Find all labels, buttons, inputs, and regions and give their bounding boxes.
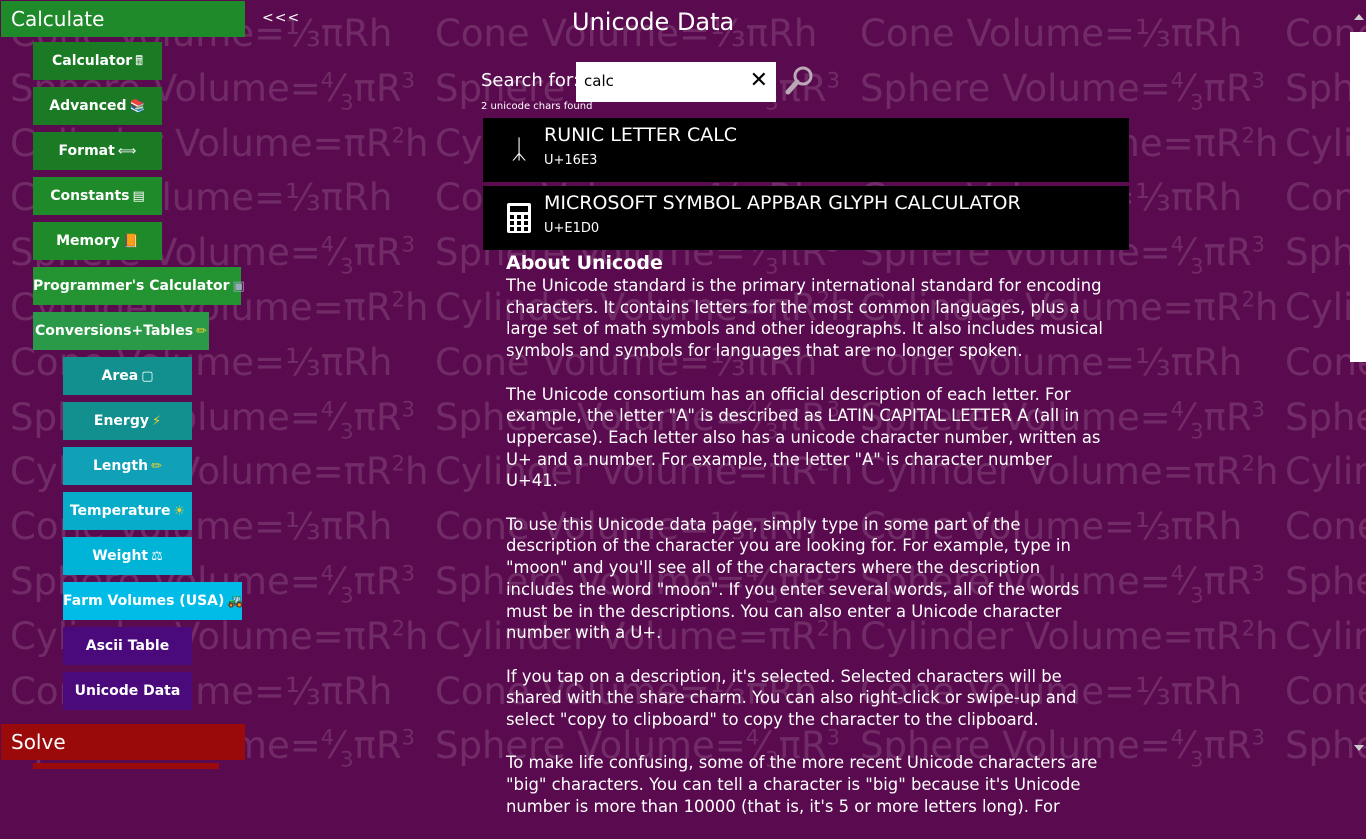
nav-ascii-table[interactable]: Ascii Table <box>63 627 192 665</box>
runic-letter-glyph: ᛣ <box>511 135 527 165</box>
nav-label: Ascii Table <box>85 638 170 654</box>
search-icon[interactable] <box>784 64 816 98</box>
watermark-formula: Cylinder Volume=πR2h <box>1285 450 1366 494</box>
nav-unicode-data[interactable]: Unicode Data <box>63 672 192 710</box>
calculator-icon: 🖩 <box>135 54 144 69</box>
calculate-header[interactable]: Calculate <box>1 1 245 37</box>
book-icon: 📙 <box>122 234 139 249</box>
books-icon: 📚 <box>129 99 146 114</box>
arrows-icon: ⟺ <box>117 144 137 159</box>
nav-farm-volumes[interactable]: Farm Volumes (USA) 🚜 <box>63 582 244 620</box>
nav-label: Constants <box>50 188 130 204</box>
result-name: RUNIC LETTER CALC <box>544 124 738 146</box>
nav-programmers-calculator[interactable]: Programmer's Calculator ▣ <box>33 267 245 305</box>
nav-label: Memory <box>56 233 120 249</box>
scrollbar-thumb[interactable] <box>1350 32 1366 362</box>
about-paragraph: To make life confusing, some of the more… <box>506 753 1098 816</box>
nav-label: Length <box>93 458 149 474</box>
nav-advanced[interactable]: Advanced 📚 <box>33 87 162 125</box>
collapse-nav-button[interactable]: <<< <box>262 10 300 26</box>
nav-memory[interactable]: Memory 📙 <box>33 222 162 260</box>
nav-energy[interactable]: Energy ⚡ <box>63 402 192 440</box>
tractor-icon: 🚜 <box>227 594 244 609</box>
search-label: Search for: <box>481 70 580 91</box>
result-name: MICROSOFT SYMBOL APPBAR GLYPH CALCULATOR <box>544 192 1021 214</box>
solve-submenu-edge <box>33 763 219 769</box>
pencil-icon: ✏ <box>196 324 207 339</box>
watermark-formula: Sphere Volume=4⁄3πR3 <box>1285 560 1366 603</box>
nav-length[interactable]: Length ✏ <box>63 447 192 485</box>
nav-area[interactable]: Area ▢ <box>63 357 192 395</box>
about-heading: About Unicode <box>506 252 663 274</box>
nav-temperature[interactable]: Temperature ☀ <box>63 492 192 530</box>
nav-conversions-tables[interactable]: Conversions+Tables ✏ <box>33 312 209 350</box>
watermark-formula: Sphere Volume=4⁄3πR3 <box>860 66 1266 115</box>
result-code: U+16E3 <box>544 153 598 168</box>
result-row[interactable]: MICROSOFT SYMBOL APPBAR GLYPH CALCULATOR… <box>483 186 1129 250</box>
nav-label: Conversions+Tables <box>35 323 194 339</box>
nav-label: Energy <box>93 413 149 429</box>
about-paragraph: The Unicode standard is the primary inte… <box>506 276 1103 361</box>
nav-label: Programmer's Calculator <box>33 278 230 294</box>
result-code: U+E1D0 <box>544 221 600 236</box>
nav-label: Area <box>101 368 139 384</box>
nav-label: Farm Volumes (USA) <box>63 593 225 609</box>
about-unicode-section: About Unicode The Unicode standard is th… <box>506 252 1106 839</box>
search-box: ✕ <box>576 62 776 102</box>
about-paragraph: If you tap on a description, it's select… <box>506 666 1077 730</box>
watermark-formula: Cone Volume=⅓πRh <box>860 12 1243 55</box>
watermark-formula: Sphere Volume=4⁄3πR3 <box>1285 395 1366 439</box>
nav-calculator[interactable]: Calculator 🖩 <box>33 42 162 80</box>
about-paragraph: The Unicode consortium has an official d… <box>506 384 1101 491</box>
nav-label: Weight <box>92 548 149 564</box>
scroll-down-arrow[interactable] <box>1354 745 1364 751</box>
nav-label: Unicode Data <box>74 683 181 699</box>
watermark-formula: Cone Volume=⅓πRh <box>1285 505 1366 549</box>
results-count: 2 unicode chars found <box>481 101 593 112</box>
chip-icon: ▣ <box>232 279 245 294</box>
scroll-up-arrow[interactable] <box>1354 14 1364 20</box>
scale-icon: ⚖ <box>151 549 163 564</box>
nav-label: Temperature <box>69 503 171 519</box>
nav-label: Advanced <box>49 98 127 114</box>
nav-format[interactable]: Format ⟺ <box>33 132 162 170</box>
watermark-formula: Cone Volume=⅓πRh <box>1285 669 1366 713</box>
search-input[interactable] <box>584 68 734 94</box>
nav-weight[interactable]: Weight ⚖ <box>63 537 192 575</box>
solve-header[interactable]: Solve <box>1 724 245 760</box>
result-row[interactable]: ᛣ RUNIC LETTER CALC U+16E3 <box>483 118 1129 182</box>
page-title: Unicode Data <box>572 8 735 36</box>
lightning-icon: ⚡ <box>151 414 162 429</box>
clear-search-icon[interactable]: ✕ <box>750 68 768 93</box>
table-icon: ▤ <box>132 189 145 204</box>
sun-icon: ☀ <box>173 504 186 519</box>
square-icon: ▢ <box>141 369 154 384</box>
nav-label: Calculator <box>51 53 133 69</box>
nav-constants[interactable]: Constants ▤ <box>33 177 162 215</box>
nav-label: Format <box>58 143 115 159</box>
watermark-formula: Cylinder Volume=πR2h <box>1285 614 1366 658</box>
about-paragraph: To use this Unicode data page, simply ty… <box>506 514 1080 643</box>
pencil-icon: ✏ <box>151 459 162 474</box>
calculator-icon <box>503 202 535 234</box>
